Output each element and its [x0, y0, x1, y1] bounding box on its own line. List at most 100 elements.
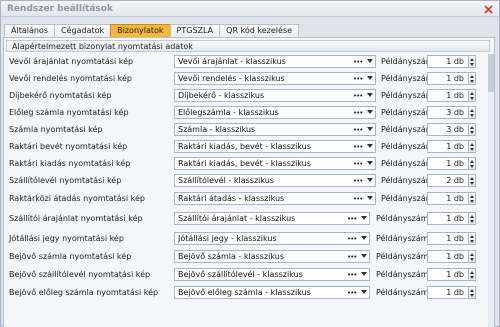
template-select[interactable]: Bejövő előleg számla - klasszikus •••	[174, 286, 370, 299]
spinner-down-icon[interactable]	[470, 131, 474, 134]
tab-cegadatok[interactable]: Cégadatok	[54, 24, 112, 37]
chevron-down-icon[interactable]	[361, 216, 367, 220]
copies-input[interactable]: 1 db	[427, 140, 469, 153]
spinner-up-icon[interactable]	[470, 177, 474, 180]
copies-spinner[interactable]	[469, 72, 476, 85]
spinner-up-icon[interactable]	[470, 75, 474, 78]
copies-spinner[interactable]	[469, 268, 476, 281]
tab-altalanos[interactable]: Általános	[4, 24, 55, 37]
template-select[interactable]: Jótállási jegy - klasszikus •••	[174, 232, 370, 245]
tab-ptgszla[interactable]: PTGSZLA	[169, 24, 221, 37]
copies-input[interactable]: 1 db	[427, 72, 469, 85]
template-select[interactable]: Raktári kiadás, bevét - klasszikus •••	[174, 140, 376, 153]
copies-input[interactable]: 2 db	[427, 174, 469, 187]
template-select[interactable]: Bejövő számla - klasszikus •••	[174, 250, 370, 263]
copies-spinner[interactable]	[469, 55, 476, 68]
copies-input[interactable]: 3 db	[427, 123, 469, 136]
copies-input[interactable]: 1 db	[427, 55, 469, 68]
copies-input[interactable]: 1 db	[427, 250, 469, 263]
scrollbar[interactable]	[488, 54, 494, 327]
ellipsis-icon[interactable]: •••	[353, 161, 363, 168]
template-select[interactable]: Előlegszámla - klasszikus •••	[174, 106, 376, 119]
spinner-up-icon[interactable]	[470, 253, 474, 256]
spinner-up-icon[interactable]	[470, 289, 474, 292]
spinner-up-icon[interactable]	[470, 92, 474, 95]
chevron-down-icon[interactable]	[367, 76, 373, 80]
close-button[interactable]	[480, 2, 496, 16]
template-select[interactable]: Vevői árajánlat - klasszikus •••	[174, 55, 376, 68]
tab-bizonylatok[interactable]: Bizonylatok	[110, 24, 171, 37]
ellipsis-icon[interactable]: •••	[353, 178, 363, 185]
copies-input[interactable]: 1 db	[427, 232, 469, 245]
template-select[interactable]: Szállítói árajánlat - klasszikus •••	[174, 212, 370, 225]
spinner-up-icon[interactable]	[470, 235, 474, 238]
copies-spinner[interactable]	[469, 106, 476, 119]
spinner-down-icon[interactable]	[470, 148, 474, 151]
spinner-down-icon[interactable]	[470, 220, 474, 223]
ellipsis-icon[interactable]: •••	[347, 272, 357, 279]
spinner-up-icon[interactable]	[470, 109, 474, 112]
spinner-down-icon[interactable]	[470, 294, 474, 297]
copies-input[interactable]: 3 db	[427, 106, 469, 119]
ellipsis-icon[interactable]: •••	[347, 216, 357, 223]
copies-spinner[interactable]	[469, 250, 476, 263]
copies-spinner[interactable]	[469, 123, 476, 136]
ellipsis-icon[interactable]: •••	[353, 127, 363, 134]
scrollbar-thumb[interactable]	[488, 54, 494, 92]
chevron-down-icon[interactable]	[367, 93, 373, 97]
ellipsis-icon[interactable]: •••	[353, 196, 363, 203]
ellipsis-icon[interactable]: •••	[353, 59, 363, 66]
copies-spinner[interactable]	[469, 232, 476, 245]
spinner-down-icon[interactable]	[470, 258, 474, 261]
spinner-up-icon[interactable]	[470, 215, 474, 218]
ellipsis-icon[interactable]: •••	[347, 236, 357, 243]
chevron-down-icon[interactable]	[367, 110, 373, 114]
ellipsis-icon[interactable]: •••	[347, 290, 357, 297]
spinner-down-icon[interactable]	[470, 114, 474, 117]
chevron-down-icon[interactable]	[367, 144, 373, 148]
spinner-up-icon[interactable]	[470, 143, 474, 146]
copies-spinner[interactable]	[469, 174, 476, 187]
copies-spinner[interactable]	[469, 286, 476, 299]
copies-spinner[interactable]	[469, 192, 476, 205]
chevron-down-icon[interactable]	[361, 272, 367, 276]
template-select[interactable]: Raktári átadás - klasszikus •••	[174, 192, 376, 205]
template-select[interactable]: Díjbekérő - klasszikus •••	[174, 89, 376, 102]
chevron-down-icon[interactable]	[367, 196, 373, 200]
template-select[interactable]: Számla - klasszikus •••	[174, 123, 376, 136]
spinner-up-icon[interactable]	[470, 195, 474, 198]
copies-input[interactable]: 1 db	[427, 192, 469, 205]
ellipsis-icon[interactable]: •••	[347, 254, 357, 261]
spinner-down-icon[interactable]	[470, 97, 474, 100]
copies-spinner[interactable]	[469, 89, 476, 102]
copies-spinner[interactable]	[469, 140, 476, 153]
spinner-up-icon[interactable]	[470, 160, 474, 163]
copies-spinner[interactable]	[469, 157, 476, 170]
copies-input[interactable]: 1 db	[427, 212, 469, 225]
ellipsis-icon[interactable]: •••	[353, 76, 363, 83]
spinner-down-icon[interactable]	[470, 63, 474, 66]
chevron-down-icon[interactable]	[361, 236, 367, 240]
spinner-down-icon[interactable]	[470, 80, 474, 83]
spinner-down-icon[interactable]	[470, 182, 474, 185]
template-select[interactable]: Vevői rendelés - klasszikus •••	[174, 72, 376, 85]
spinner-down-icon[interactable]	[470, 240, 474, 243]
copies-input[interactable]: 1 db	[427, 268, 469, 281]
chevron-down-icon[interactable]	[367, 127, 373, 131]
copies-input[interactable]: 1 db	[427, 286, 469, 299]
spinner-up-icon[interactable]	[470, 58, 474, 61]
ellipsis-icon[interactable]: •••	[353, 93, 363, 100]
tab-qr-kod-kezelese[interactable]: QR kód kezelése	[219, 24, 300, 37]
spinner-down-icon[interactable]	[470, 276, 474, 279]
template-select[interactable]: Raktári kiadás, bevét - klasszikus •••	[174, 157, 376, 170]
template-select[interactable]: Bejövő szállítólevél - klasszikus •••	[174, 268, 370, 281]
spinner-up-icon[interactable]	[470, 271, 474, 274]
copies-spinner[interactable]	[469, 212, 476, 225]
chevron-down-icon[interactable]	[361, 254, 367, 258]
spinner-down-icon[interactable]	[470, 200, 474, 203]
copies-input[interactable]: 1 db	[427, 157, 469, 170]
chevron-down-icon[interactable]	[367, 59, 373, 63]
ellipsis-icon[interactable]: •••	[353, 110, 363, 117]
ellipsis-icon[interactable]: •••	[353, 144, 363, 151]
spinner-down-icon[interactable]	[470, 165, 474, 168]
